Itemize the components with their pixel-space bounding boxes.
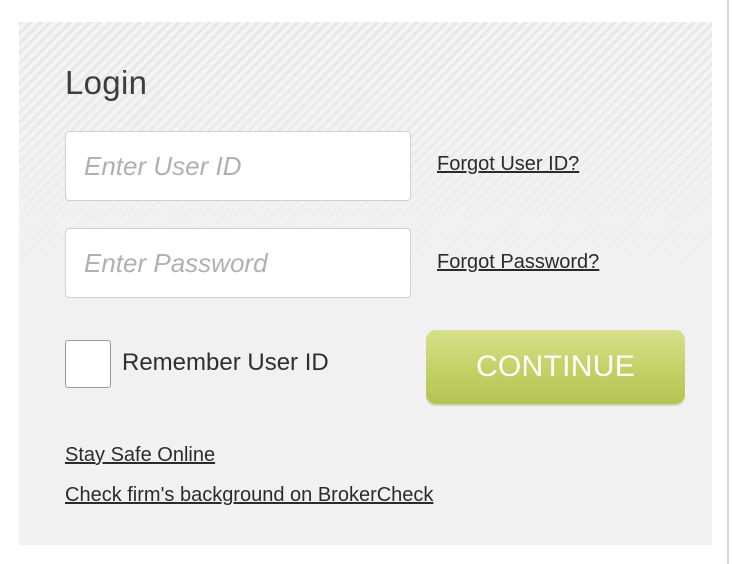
stay-safe-online-link[interactable]: Stay Safe Online — [65, 444, 215, 467]
remember-user-id-checkbox[interactable] — [65, 340, 111, 388]
right-edge-divider — [727, 0, 729, 564]
login-title: Login — [65, 64, 148, 101]
forgot-password-link[interactable]: Forgot Password? — [437, 251, 599, 274]
forgot-user-id-link[interactable]: Forgot User ID? — [437, 153, 579, 176]
login-panel: Login Forgot User ID? Forgot Password? R… — [19, 22, 712, 545]
remember-user-id-label[interactable]: Remember User ID — [122, 349, 329, 377]
continue-button[interactable]: CONTINUE — [426, 330, 685, 404]
password-input[interactable] — [65, 228, 411, 298]
user-id-input[interactable] — [65, 131, 411, 201]
page: Login Forgot User ID? Forgot Password? R… — [0, 0, 733, 564]
brokercheck-link[interactable]: Check firm's background on BrokerCheck — [65, 484, 433, 507]
